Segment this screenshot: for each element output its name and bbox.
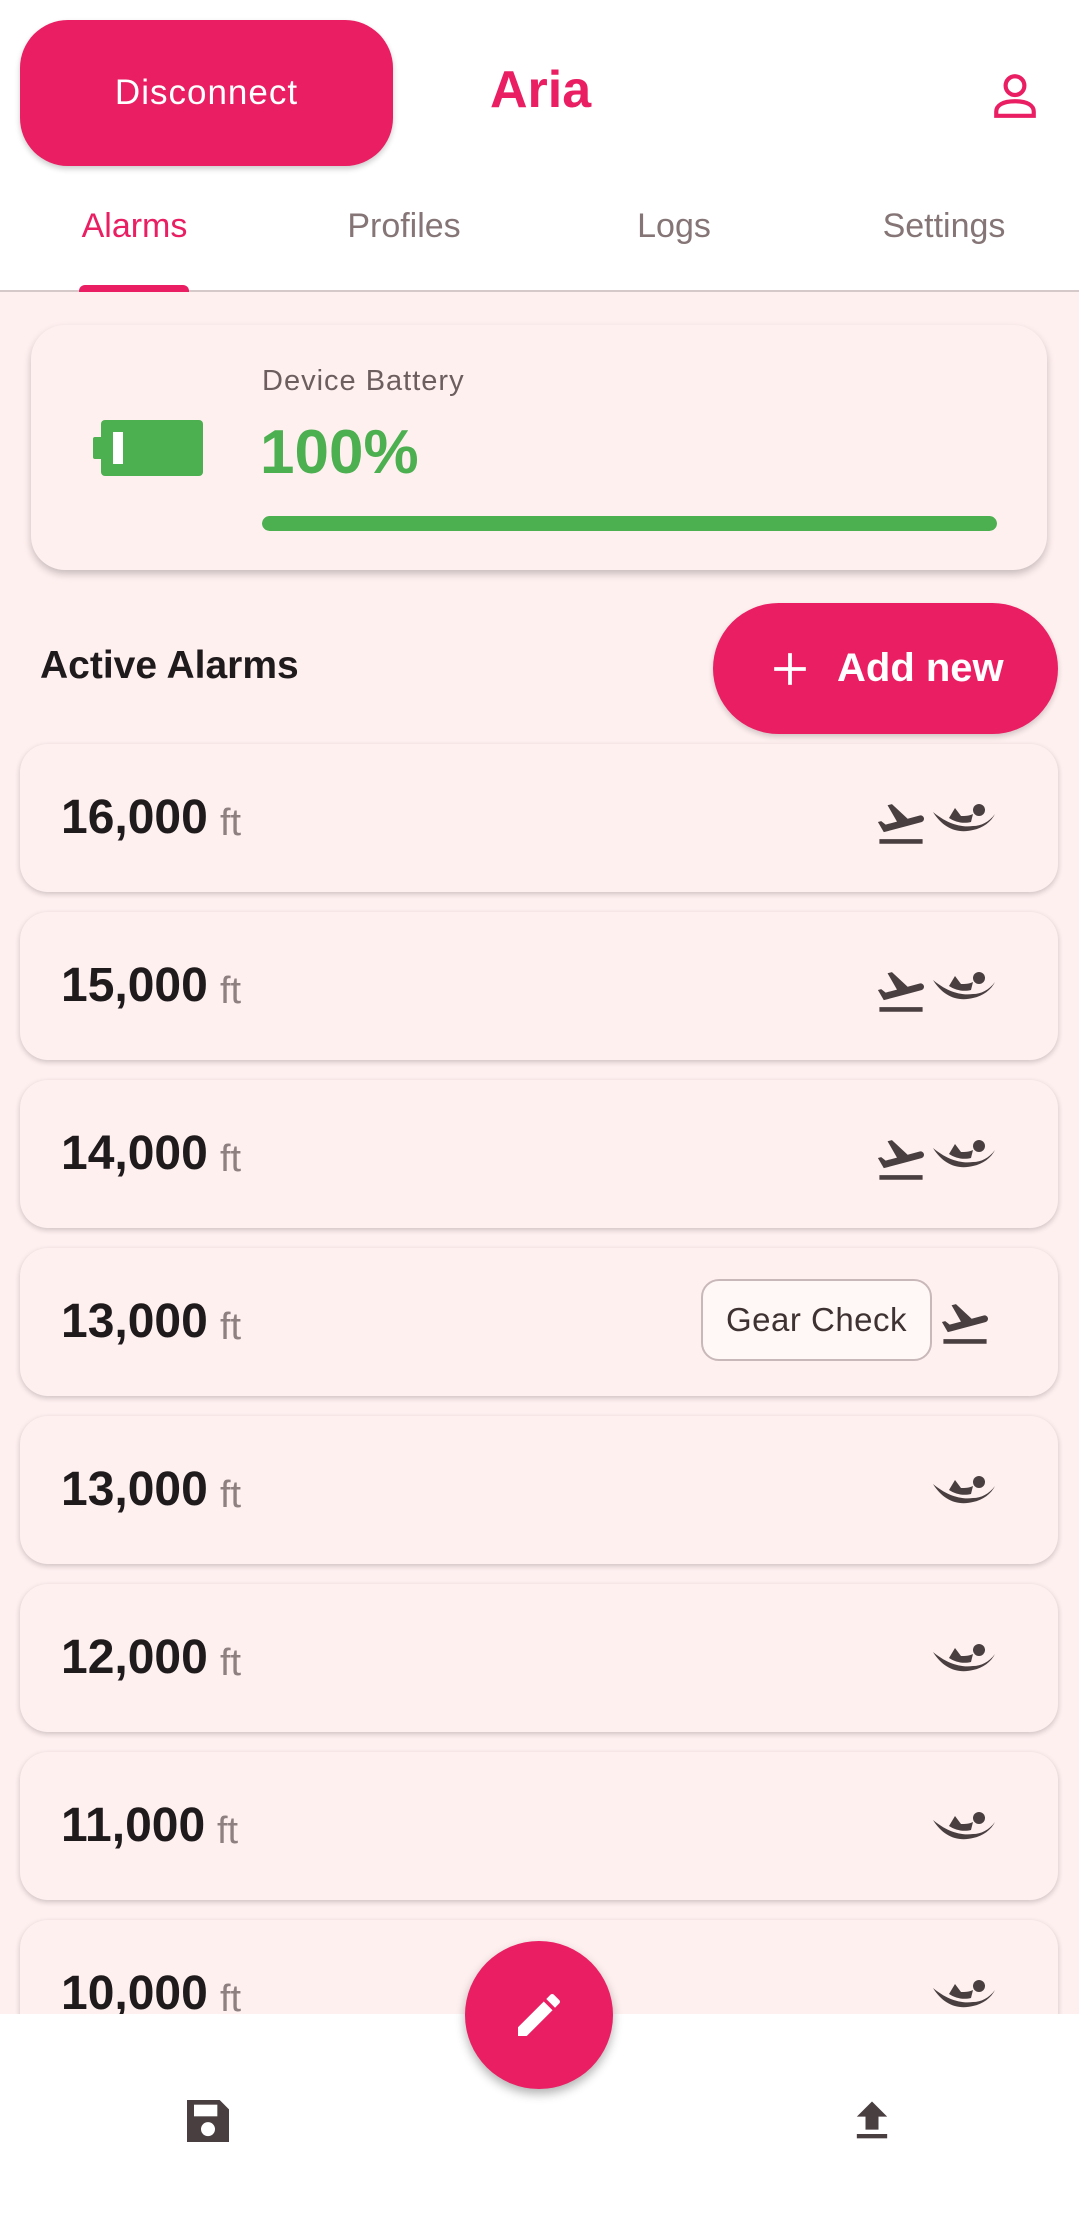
skydiver-freefall-icon <box>931 1808 997 1848</box>
alarm-unit: ft <box>220 1474 242 1516</box>
alarm-altitude: 11,000 <box>61 1799 206 1852</box>
alarm-altitude: 13,000 <box>61 1295 208 1348</box>
alarm-unit: ft <box>220 970 242 1012</box>
account-icon[interactable] <box>990 70 1040 120</box>
pencil-icon <box>518 1993 560 2036</box>
disconnect-button[interactable]: Disconnect <box>20 20 393 166</box>
alarm-altitude: 12,000 <box>61 1631 208 1684</box>
plane-departure-icon <box>873 1132 929 1182</box>
battery-full-icon <box>93 420 203 476</box>
tab-profiles[interactable]: Profiles <box>269 185 539 290</box>
battery-label: Device Battery <box>262 365 465 397</box>
add-new-label: Add new <box>837 646 1004 690</box>
alarm-altitude: 10,000 <box>61 1967 208 2014</box>
save-icon[interactable] <box>180 2093 236 2149</box>
tab-logs[interactable]: Logs <box>539 185 809 290</box>
edit-fab[interactable] <box>465 1941 613 2089</box>
plane-departure-icon <box>873 964 929 1014</box>
alarm-unit: ft <box>220 1642 242 1684</box>
alarm-card[interactable]: 12,000 ft <box>20 1584 1058 1732</box>
battery-progress-bar <box>262 516 997 531</box>
alarm-card[interactable]: 13,000 ft Gear Check <box>20 1248 1058 1396</box>
tab-alarms[interactable]: Alarms <box>0 185 269 290</box>
alarm-unit: ft <box>220 1138 242 1180</box>
alarm-unit: ft <box>220 802 242 844</box>
alarm-card[interactable]: 16,000 ft <box>20 744 1058 892</box>
alarm-unit: ft <box>220 1306 242 1348</box>
alarm-unit: ft <box>217 1810 239 1852</box>
alarm-altitude: 13,000 <box>61 1463 208 1516</box>
battery-card: Device Battery 100% <box>31 325 1047 570</box>
top-app-bar: Disconnect Aria <box>0 0 1079 185</box>
skydiver-freefall-icon <box>931 1472 997 1512</box>
alarm-card[interactable]: 15,000 ft <box>20 912 1058 1060</box>
alarm-card[interactable]: 13,000 ft <box>20 1416 1058 1564</box>
alarm-altitude: 15,000 <box>61 959 208 1012</box>
battery-percentage: 100% <box>260 418 419 487</box>
tab-settings[interactable]: Settings <box>809 185 1079 290</box>
alarm-unit: ft <box>220 1978 242 2014</box>
alarm-label-chip: Gear Check <box>701 1279 932 1361</box>
skydiver-freefall-icon <box>931 1976 997 2014</box>
battery-progress-fill <box>262 516 997 531</box>
device-name-title: Aria <box>490 61 592 119</box>
skydiver-freefall-icon <box>931 1640 997 1680</box>
skydiver-freefall-icon <box>931 800 997 840</box>
plane-departure-icon <box>873 796 929 846</box>
plane-departure-icon <box>937 1296 993 1346</box>
tab-bar: Alarms Profiles Logs Settings <box>0 185 1079 292</box>
alarm-card[interactable]: 11,000 ft <box>20 1752 1058 1900</box>
alarm-card[interactable]: 14,000 ft <box>20 1080 1058 1228</box>
alarms-content[interactable]: Device Battery 100% Active Alarms Add ne… <box>0 292 1079 2014</box>
upload-icon[interactable] <box>846 2093 898 2149</box>
alarm-altitude: 14,000 <box>61 1127 208 1180</box>
add-new-alarm-button[interactable]: Add new <box>713 603 1058 734</box>
skydiver-freefall-icon <box>931 1136 997 1176</box>
skydiver-freefall-icon <box>931 968 997 1008</box>
plus-icon <box>774 652 806 685</box>
alarm-altitude: 16,000 <box>61 791 208 844</box>
active-alarms-heading: Active Alarms <box>40 644 299 687</box>
active-tab-indicator <box>79 285 189 292</box>
